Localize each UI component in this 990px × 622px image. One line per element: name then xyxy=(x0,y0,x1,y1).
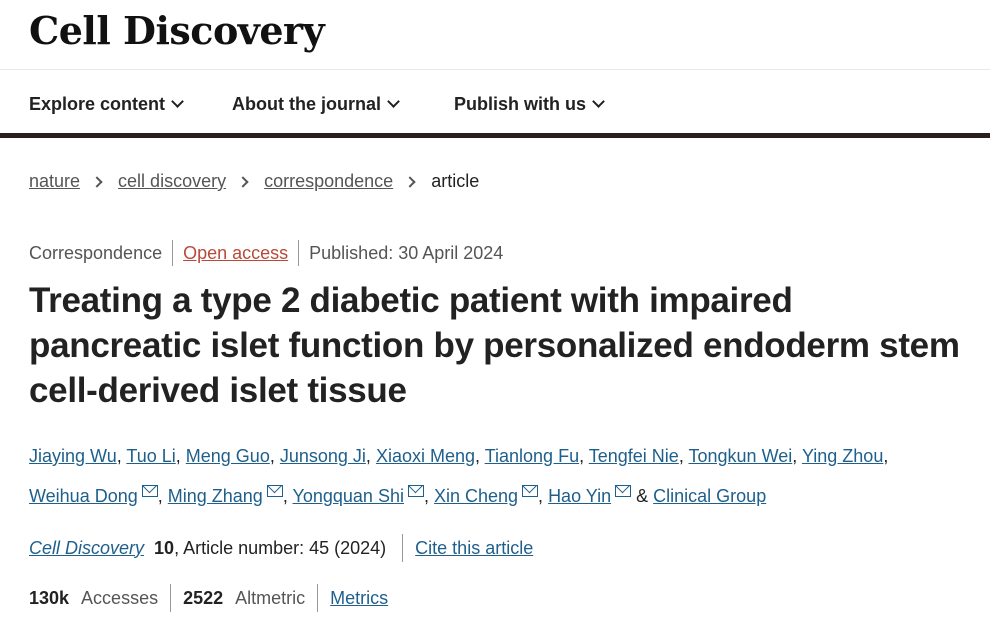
author-separator: , xyxy=(792,446,802,466)
altmetric-label: Altmetric xyxy=(235,587,306,608)
nav-label: About the journal xyxy=(232,94,381,114)
author-link[interactable]: Meng Guo xyxy=(186,446,270,466)
author-separator: , xyxy=(175,446,186,466)
divider xyxy=(298,240,300,266)
author-link[interactable]: Hao Yin xyxy=(548,486,611,506)
accesses-label: Accesses xyxy=(81,587,159,608)
author-link[interactable]: Xiaoxi Meng xyxy=(376,446,475,466)
author-separator: , xyxy=(423,486,434,506)
chevron-right-icon xyxy=(404,175,416,188)
author-link[interactable]: Tianlong Fu xyxy=(485,446,579,466)
author-link[interactable]: Xin Cheng xyxy=(434,486,518,506)
breadcrumb-current: article xyxy=(431,171,480,191)
group-author-link[interactable]: Clinical Group xyxy=(653,486,766,506)
breadcrumb-correspondence[interactable]: correspondence xyxy=(264,171,393,192)
mail-icon[interactable] xyxy=(407,485,424,497)
altmetric-score: 2522 xyxy=(183,587,224,608)
author-link[interactable]: Yongquan Shi xyxy=(293,486,404,506)
journal-link[interactable]: Cell Discovery xyxy=(29,538,144,559)
author-separator: , xyxy=(883,446,889,466)
site-logo[interactable]: Cell Discovery xyxy=(29,8,325,53)
main-nav: Explore content About the journal Publis… xyxy=(0,70,990,138)
author-separator: , xyxy=(282,486,293,506)
breadcrumb-cell-discovery[interactable]: cell discovery xyxy=(118,171,226,192)
chevron-right-icon xyxy=(91,175,103,188)
nav-label: Publish with us xyxy=(454,94,587,114)
author-separator: , xyxy=(269,446,280,466)
divider xyxy=(402,534,404,562)
nav-label: Explore content xyxy=(29,94,166,114)
article-type: Correspondence xyxy=(29,242,163,263)
author-list: Jiaying Wu, Tuo Li, Meng Guo, Junsong Ji… xyxy=(29,436,979,516)
divider xyxy=(170,584,172,612)
masthead: Cell Discovery xyxy=(0,0,990,70)
author-separator: , xyxy=(157,486,168,506)
chevron-down-icon xyxy=(387,95,400,108)
nav-about-the-journal[interactable]: About the journal xyxy=(232,94,400,115)
mail-icon[interactable] xyxy=(141,485,158,497)
metrics-link[interactable]: Metrics xyxy=(330,588,388,609)
author-separator: , xyxy=(116,446,127,466)
open-access-link[interactable]: Open access xyxy=(183,243,288,264)
mail-icon[interactable] xyxy=(615,485,632,497)
nav-explore-content[interactable]: Explore content xyxy=(29,94,184,115)
mail-icon[interactable] xyxy=(522,485,539,497)
accesses-count: 130k xyxy=(29,587,70,608)
divider xyxy=(172,240,174,266)
chevron-down-icon xyxy=(171,95,184,108)
mail-icon[interactable] xyxy=(266,485,283,497)
author-link[interactable]: Ming Zhang xyxy=(168,486,263,506)
citation-line: Cell Discovery 10 , Article number: 45 (… xyxy=(29,534,533,562)
nav-publish-with-us[interactable]: Publish with us xyxy=(454,94,605,115)
author-link[interactable]: Jiaying Wu xyxy=(29,446,117,466)
chevron-down-icon xyxy=(592,95,605,108)
author-ampersand: & xyxy=(636,486,649,506)
author-separator: , xyxy=(475,446,485,466)
divider xyxy=(317,584,319,612)
breadcrumb-nature[interactable]: nature xyxy=(29,171,80,192)
author-link[interactable]: Tuo Li xyxy=(126,446,175,466)
author-link[interactable]: Junsong Ji xyxy=(280,446,366,466)
author-separator: , xyxy=(678,446,689,466)
article-title: Treating a type 2 diabetic patient with … xyxy=(29,281,960,410)
author-separator: , xyxy=(579,446,589,466)
published-date: Published: 30 April 2024 xyxy=(309,242,504,263)
chevron-right-icon xyxy=(237,175,249,188)
author-separator: , xyxy=(538,486,549,506)
author-separator: , xyxy=(365,446,376,466)
article-meta: Correspondence Open access Published: 30… xyxy=(29,240,503,266)
article-number: , Article number: 45 (2024) xyxy=(174,537,387,558)
volume-number: 10 xyxy=(154,537,175,558)
author-link[interactable]: Tengfei Nie xyxy=(589,446,679,466)
author-link[interactable]: Tongkun Wei xyxy=(689,446,793,466)
author-link[interactable]: Weihua Dong xyxy=(29,486,138,506)
cite-article-link[interactable]: Cite this article xyxy=(415,538,533,559)
article-metrics: 130k Accesses 2522 Altmetric Metrics xyxy=(29,584,388,612)
author-link[interactable]: Ying Zhou xyxy=(802,446,883,466)
breadcrumb: nature cell discovery correspondence art… xyxy=(29,171,479,192)
